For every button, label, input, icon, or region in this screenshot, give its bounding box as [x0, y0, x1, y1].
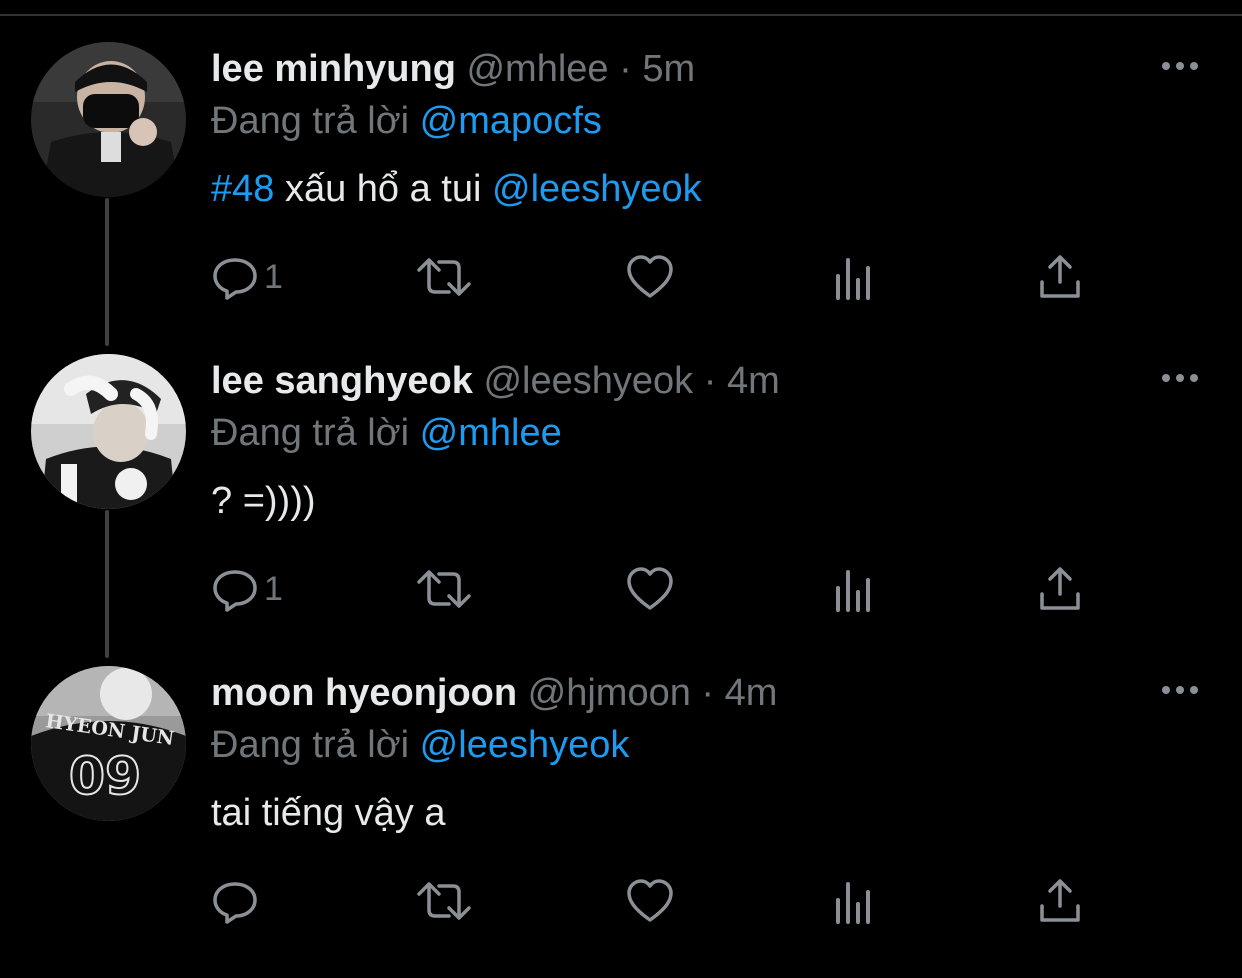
tweet-text: #48 xấu hổ a tui @leeshyeok	[211, 166, 702, 212]
user-avatar-jersey-icon: HYEON JUN 09	[31, 666, 186, 821]
views-button[interactable]	[832, 564, 876, 614]
tweet-text-part: xấu hổ a tui	[274, 168, 492, 210]
top-divider	[0, 14, 1242, 16]
reply-icon	[213, 882, 257, 924]
avatar[interactable]: HYEON JUN 09	[31, 666, 186, 821]
share-button[interactable]	[1038, 876, 1082, 926]
views-icon	[836, 570, 870, 612]
tweet-text: tai tiếng vậy a	[211, 790, 445, 836]
timestamp[interactable]: 5m	[642, 48, 695, 90]
like-button[interactable]	[625, 876, 675, 926]
tweet[interactable]: lee minhyung @mhlee · 5m Đang trả lời @m…	[0, 42, 1242, 354]
tweet-text: ? =))))	[211, 478, 316, 524]
like-button[interactable]	[625, 252, 675, 302]
reply-icon	[213, 570, 257, 612]
more-icon	[1162, 374, 1198, 382]
tweet[interactable]: lee sanghyeok @leeshyeok · 4m Đang trả l…	[0, 354, 1242, 666]
retweet-icon	[417, 258, 471, 296]
share-button[interactable]	[1038, 252, 1082, 302]
reply-mention-link[interactable]: @mhlee	[420, 412, 562, 454]
more-button[interactable]	[1158, 52, 1202, 80]
more-button[interactable]	[1158, 364, 1202, 392]
tweet-text-part: tai tiếng vậy a	[211, 792, 446, 834]
replying-to: Đang trả lời @leeshyeok	[211, 722, 629, 768]
more-icon	[1162, 62, 1198, 70]
views-button[interactable]	[832, 876, 876, 926]
replying-to: Đang trả lời @mapocfs	[211, 98, 602, 144]
reply-count: 1	[264, 257, 283, 296]
retweet-button[interactable]	[415, 252, 473, 302]
tweet-text-part: ? =))))	[211, 480, 316, 522]
more-button[interactable]	[1158, 676, 1202, 704]
display-name[interactable]: lee minhyung	[211, 48, 456, 90]
tweet-actions	[210, 876, 1110, 926]
reply-mention-link[interactable]: @leeshyeok	[420, 724, 630, 766]
views-icon	[836, 258, 870, 300]
tweet-actions: 1	[210, 252, 1110, 302]
replying-to-label: Đang trả lời	[211, 412, 410, 454]
retweet-button[interactable]	[415, 564, 473, 614]
views-icon	[836, 882, 870, 924]
reply-mention-link[interactable]: @mapocfs	[420, 100, 602, 142]
user-handle[interactable]: @leeshyeok	[483, 360, 693, 402]
user-avatar-mask-icon	[31, 42, 186, 197]
user-handle[interactable]: @mhlee	[466, 48, 608, 90]
display-name[interactable]: lee sanghyeok	[211, 360, 473, 402]
replying-to: Đang trả lời @mhlee	[211, 410, 562, 456]
separator-dot: ·	[619, 48, 632, 90]
timestamp[interactable]: 4m	[727, 360, 780, 402]
retweet-icon	[417, 882, 471, 920]
share-icon	[1040, 567, 1080, 610]
mention-link[interactable]: @leeshyeok	[492, 168, 702, 210]
share-icon	[1040, 255, 1080, 298]
separator-dot: ·	[703, 360, 717, 402]
share-icon	[1040, 879, 1080, 922]
views-button[interactable]	[832, 252, 876, 302]
tweet-header: lee minhyung @mhlee · 5m	[211, 46, 695, 92]
timestamp[interactable]: 4m	[725, 672, 778, 714]
like-button[interactable]	[625, 564, 675, 614]
avatar[interactable]	[31, 354, 186, 509]
reply-button[interactable]	[210, 876, 264, 926]
separator-dot: ·	[701, 672, 715, 714]
tweet-actions: 1	[210, 564, 1110, 614]
retweet-icon	[417, 570, 471, 608]
tweet[interactable]: HYEON JUN 09 moon hyeonjoon @hjmoon · 4m…	[0, 666, 1242, 978]
user-handle[interactable]: @hjmoon	[528, 672, 691, 714]
display-name[interactable]: moon hyeonjoon	[211, 672, 517, 714]
reply-count: 1	[264, 569, 283, 608]
like-icon	[627, 255, 673, 298]
replying-to-label: Đang trả lời	[211, 100, 410, 142]
retweet-button[interactable]	[415, 876, 473, 926]
reply-icon	[213, 258, 257, 300]
user-avatar-cap-icon	[31, 354, 186, 509]
more-icon	[1162, 686, 1198, 694]
reply-button[interactable]: 1	[210, 564, 283, 614]
like-icon	[627, 879, 673, 922]
tweet-header: lee sanghyeok @leeshyeok · 4m	[211, 358, 780, 404]
like-icon	[627, 567, 673, 610]
avatar[interactable]	[31, 42, 186, 197]
reply-button[interactable]: 1	[210, 252, 283, 302]
jersey-number: 09	[69, 747, 141, 807]
share-button[interactable]	[1038, 564, 1082, 614]
hashtag-link[interactable]: #48	[211, 168, 274, 210]
replying-to-label: Đang trả lời	[211, 724, 410, 766]
tweet-header: moon hyeonjoon @hjmoon · 4m	[211, 670, 777, 716]
